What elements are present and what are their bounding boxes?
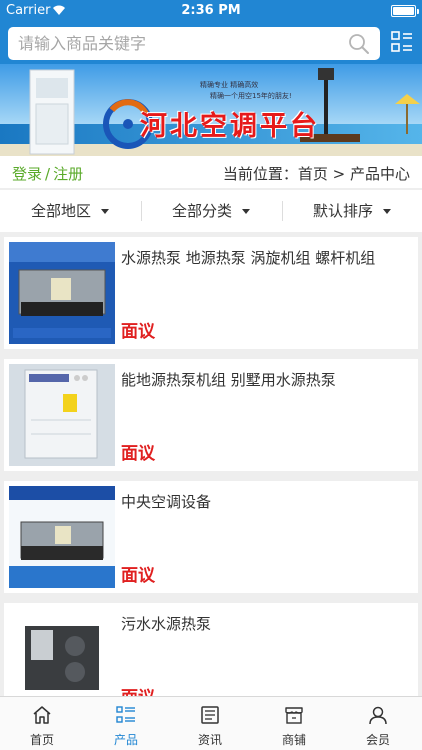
breadcrumb-home[interactable]: 首页 (298, 165, 328, 183)
breadcrumb: 当前位置：首页 > 产品中心 (223, 163, 410, 184)
tab-home-label: 首页 (29, 733, 54, 747)
search-input[interactable] (8, 27, 344, 60)
tab-shop[interactable]: 商铺 (252, 697, 336, 750)
banner-tagline-1: 精确专业 精确高效 (200, 81, 259, 89)
product-image[interactable] (9, 486, 115, 588)
product-image[interactable] (9, 242, 115, 344)
clock: 2:36 PM (181, 3, 241, 18)
auth-links: 登录 / 注册 (12, 163, 83, 184)
bottom-tab-bar: 首页 产品 资讯 商铺 会员 (0, 696, 422, 750)
filter-sort-label: 默认排序 (312, 202, 373, 220)
filter-category-label: 全部分类 (171, 202, 232, 220)
caret-down-icon (383, 209, 391, 214)
register-link[interactable]: 注册 (53, 165, 83, 183)
product-card[interactable]: 能地源热泵机组 别墅用水源热泵 面议 (4, 359, 418, 471)
product-card[interactable]: 水源热泵 地源热泵 涡旋机组 螺杆机组 面议 (4, 237, 418, 349)
caret-down-icon (242, 209, 250, 214)
tab-member[interactable]: 会员 (336, 697, 420, 750)
product-name[interactable]: 能地源热泵机组 别墅用水源热泵 (121, 369, 336, 390)
tab-news[interactable]: 资讯 (168, 697, 252, 750)
category-menu-icon[interactable] (391, 31, 413, 53)
status-bar: Carrier 2:36 PM (0, 0, 422, 22)
filter-region-dropdown[interactable]: 全部地区 (0, 190, 140, 232)
breadcrumb-arrow: > (332, 165, 346, 183)
banner[interactable]: 精确专业 精确高效 精确一个用空15年的朋友! 河北空调平台 (0, 64, 422, 156)
tab-products-label: 产品 (113, 733, 138, 747)
product-image[interactable] (9, 608, 115, 696)
user-icon (369, 706, 387, 725)
product-price: 面议 (121, 566, 155, 586)
filter-region-label: 全部地区 (30, 202, 91, 220)
product-price: 面议 (121, 322, 155, 342)
search-header (0, 22, 422, 64)
search-box[interactable] (8, 27, 380, 60)
filter-bar: 全部地区 全部分类 默认排序 (0, 190, 422, 232)
product-list[interactable]: 水源热泵 地源热泵 涡旋机组 螺杆机组 面议 能地源热泵机组 别墅用水源热泵 面… (0, 232, 422, 696)
breadcrumb-current: 产品中心 (349, 165, 410, 183)
tab-home[interactable]: 首页 (0, 697, 84, 750)
product-image[interactable] (9, 364, 115, 466)
filter-sort-dropdown[interactable]: 默认排序 (282, 190, 422, 232)
tab-shop-label: 商铺 (281, 733, 306, 747)
banner-tagline-2: 精确一个用空15年的朋友! (210, 92, 292, 100)
product-price: 面议 (121, 683, 155, 696)
home-icon (33, 706, 51, 724)
tab-products[interactable]: 产品 (84, 697, 168, 750)
shop-icon (285, 707, 303, 724)
breadcrumb-label: 当前位置： (222, 165, 298, 183)
tab-member-label: 会员 (365, 733, 390, 747)
product-price: 面议 (121, 444, 155, 464)
caret-down-icon (101, 209, 109, 214)
tab-news-label: 资讯 (197, 733, 222, 747)
sub-header: 登录 / 注册 当前位置：首页 > 产品中心 (0, 156, 422, 188)
news-icon (201, 706, 219, 724)
list-icon (116, 706, 135, 723)
auth-separator: / (45, 165, 51, 183)
product-name[interactable]: 水源热泵 地源热泵 涡旋机组 螺杆机组 (121, 247, 375, 268)
battery-icon (391, 5, 419, 17)
product-name[interactable]: 污水水源热泵 (121, 613, 211, 634)
product-name[interactable]: 中央空调设备 (121, 491, 211, 512)
login-link[interactable]: 登录 (12, 165, 42, 183)
product-card[interactable]: 污水水源热泵 面议 (4, 603, 418, 696)
banner-title: 河北空调平台 (140, 111, 320, 142)
product-card[interactable]: 中央空调设备 面议 (4, 481, 418, 593)
filter-category-dropdown[interactable]: 全部分类 (141, 190, 281, 232)
search-icon[interactable] (348, 33, 370, 55)
